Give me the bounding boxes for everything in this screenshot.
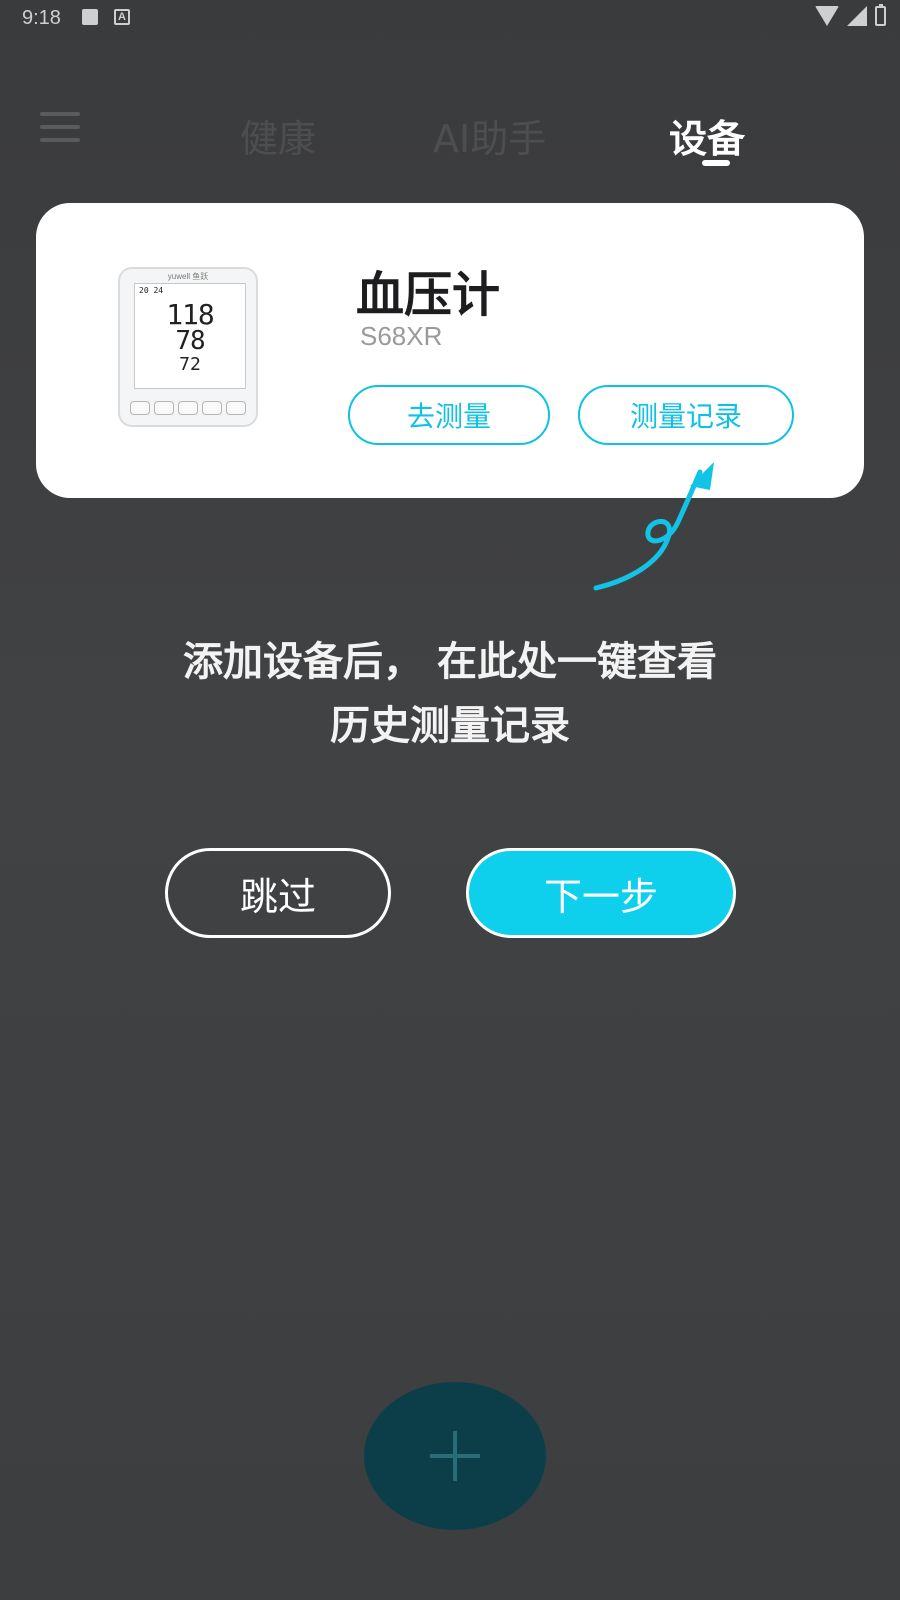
device-model: S68XR <box>360 321 443 351</box>
signal-icon <box>847 6 867 26</box>
guide-hint-line-2: 历史测量记录 <box>330 703 570 749</box>
image-icon <box>82 9 98 25</box>
device-screen: 20 24 118 78 72 <box>134 283 246 389</box>
tab-device[interactable]: 设备 <box>669 108 745 163</box>
guide-hint-text: 添加设备后， 在此处一键查看 历史测量记录 <box>60 630 840 758</box>
device-screen-diastolic: 78 <box>175 326 205 356</box>
device-card: yuwell 鱼跃 20 24 118 78 72 血压计 S68XR 去测量 … <box>36 203 864 498</box>
go-measure-button[interactable]: 去测量 <box>348 385 550 445</box>
tab-ai-assistant[interactable]: AI助手 <box>433 108 546 163</box>
plus-icon-vertical <box>453 1431 457 1481</box>
skip-button[interactable]: 跳过 <box>165 848 391 938</box>
device-screen-pulse: 72 <box>179 354 201 375</box>
hamburger-menu-icon[interactable] <box>40 112 80 142</box>
battery-icon <box>875 4 886 26</box>
device-physical-buttons <box>130 401 246 415</box>
measurement-records-button[interactable]: 测量记录 <box>578 385 794 445</box>
blood-pressure-monitor-image: yuwell 鱼跃 20 24 118 78 72 <box>118 267 258 427</box>
guide-hint-line-1: 添加设备后， 在此处一键查看 <box>183 639 717 685</box>
device-brand-label: yuwell 鱼跃 <box>167 272 209 281</box>
status-time: 9:18 <box>22 7 61 29</box>
active-tab-indicator <box>702 160 730 166</box>
tab-health[interactable]: 健康 <box>240 108 316 163</box>
top-navigation: 健康 AI助手 设备 <box>0 90 900 180</box>
wifi-icon <box>815 6 839 26</box>
status-bar: 9:18 A <box>0 0 900 36</box>
next-step-button[interactable]: 下一步 <box>466 848 736 938</box>
device-name: 血压计 <box>356 267 501 323</box>
a-notification-icon: A <box>114 9 130 25</box>
device-screen-datetime: 20 24 <box>139 286 164 295</box>
guide-arrow-icon <box>593 462 714 591</box>
add-device-fab[interactable] <box>364 1382 546 1530</box>
status-right-icons <box>815 4 886 26</box>
